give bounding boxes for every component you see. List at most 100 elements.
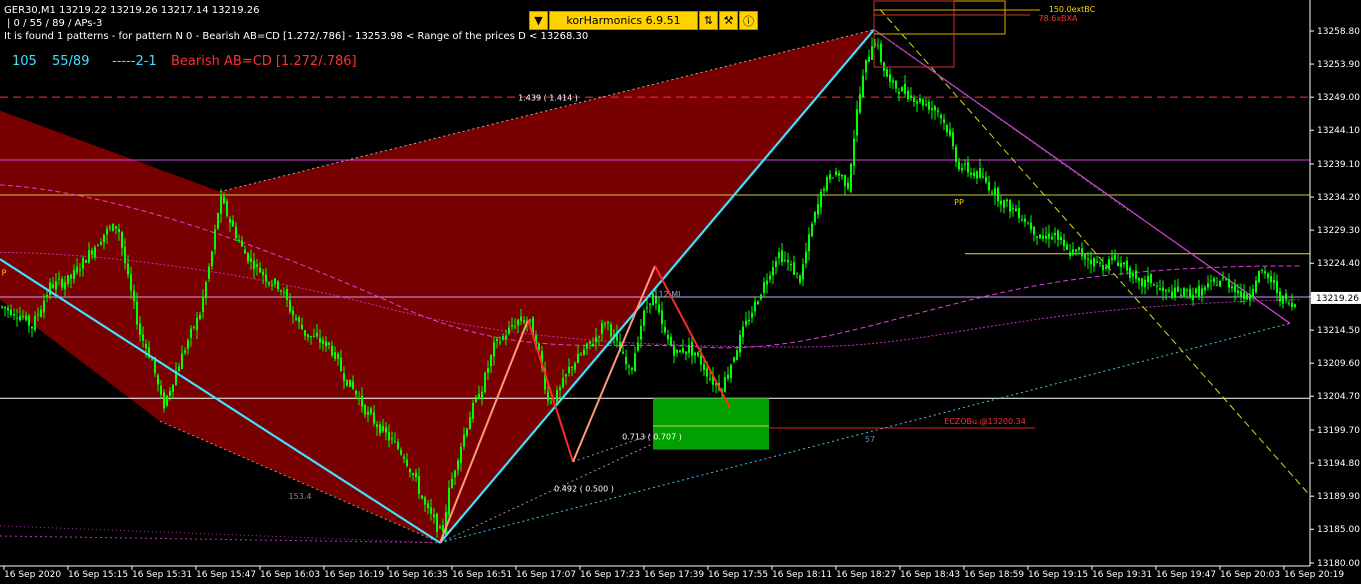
candle	[712, 367, 714, 392]
candle	[868, 49, 870, 63]
candle	[973, 167, 975, 179]
x-tick-label: 16 Sep 15:31	[132, 570, 192, 580]
candle	[970, 167, 972, 179]
candle	[730, 363, 732, 383]
candle	[772, 260, 774, 285]
candle	[1030, 215, 1032, 233]
candle	[1132, 270, 1134, 284]
candle	[964, 159, 966, 171]
y-tick-label: 13253.90	[1317, 60, 1360, 70]
annotation-0: 1.439 ( 1.414 )	[518, 94, 578, 103]
x-tick-label: 16 Sep 19:47	[1156, 570, 1216, 580]
candle	[1153, 282, 1155, 287]
annotation-9: 112 ML	[653, 290, 683, 299]
toolbar-title[interactable]: korHarmonics 6.9.51	[549, 11, 698, 30]
candle	[694, 352, 696, 364]
candle	[919, 94, 921, 105]
candle	[961, 162, 963, 174]
chevron-down-icon: ▼	[534, 14, 543, 27]
candle	[1072, 241, 1074, 257]
candle	[7, 304, 9, 318]
candle	[754, 296, 756, 317]
candle	[1285, 289, 1287, 304]
candle	[1042, 227, 1044, 243]
candle	[994, 181, 996, 206]
candle	[1015, 204, 1017, 212]
candle	[1024, 214, 1026, 227]
candle	[748, 310, 750, 326]
candle	[1240, 283, 1242, 304]
candle	[1117, 254, 1119, 267]
info-icon: ⓘ	[743, 14, 754, 28]
candle	[796, 272, 798, 279]
candle	[1249, 286, 1251, 307]
candle	[976, 170, 978, 185]
candle	[1216, 277, 1218, 286]
candle	[1171, 284, 1173, 300]
candle	[1174, 279, 1176, 301]
candle	[1096, 255, 1098, 264]
candle	[1294, 303, 1296, 309]
candle	[991, 189, 993, 196]
candle	[1033, 226, 1035, 242]
y-tick-label: 13214.50	[1317, 326, 1360, 336]
candle	[1150, 273, 1152, 287]
last-price-label: 13219.26	[1316, 294, 1359, 304]
candle	[922, 98, 924, 111]
candle	[760, 293, 762, 302]
annotation-10: P	[2, 268, 7, 277]
candle	[1027, 221, 1029, 225]
x-tick-label: 16 Sep 2020	[4, 570, 61, 580]
candle	[691, 337, 693, 365]
pattern-info: It is found 1 patterns - for pattern N 0…	[4, 31, 589, 42]
annotation-6: ECZOBu @13200.34	[944, 417, 1026, 426]
info-button[interactable]: ⓘ	[739, 11, 758, 30]
candle	[1144, 275, 1146, 295]
candle	[787, 252, 789, 271]
y-tick-label: 13244.10	[1317, 126, 1360, 136]
candle	[349, 379, 351, 388]
tools-icon: ⚒	[723, 14, 734, 27]
settings-button[interactable]: ⇅	[699, 11, 718, 30]
candle	[1156, 282, 1158, 296]
x-tick-label: 16 Sep 16:03	[260, 570, 320, 580]
candle	[658, 297, 660, 315]
candle	[766, 273, 768, 294]
candle	[4, 306, 6, 317]
y-tick-label: 13249.00	[1317, 93, 1360, 103]
candle	[1192, 287, 1194, 307]
candle	[814, 210, 816, 226]
candle	[1036, 235, 1038, 245]
candle	[871, 37, 873, 61]
candle	[898, 87, 900, 102]
x-tick-label: 16 Sep 17:07	[516, 570, 576, 580]
candle	[1204, 285, 1206, 295]
candle	[1189, 284, 1191, 300]
y-tick-label: 13209.60	[1317, 359, 1360, 369]
candle	[667, 329, 669, 345]
candle	[997, 186, 999, 208]
candle	[982, 168, 984, 179]
candle	[1093, 256, 1095, 272]
y-tick-label: 13224.40	[1317, 259, 1360, 269]
candle	[793, 255, 795, 276]
price-chart[interactable]: 1.439 ( 1.414 ) 0.492 ( 0.500 ) 0.713 ( 0.…	[0, 0, 1361, 584]
candle	[1060, 231, 1062, 245]
x-tick-label: 16 Sep 17:55	[708, 570, 768, 580]
candle	[1168, 287, 1170, 294]
y-tick-label: 13204.70	[1317, 392, 1360, 402]
candle	[835, 167, 837, 177]
candle	[484, 371, 486, 394]
candle	[661, 301, 663, 334]
candle	[1234, 279, 1236, 302]
candle	[1135, 263, 1137, 283]
candle	[1000, 195, 1002, 213]
x-tick-label: 16 Sep 19:15	[1028, 570, 1088, 580]
candle	[166, 394, 168, 408]
candle	[1273, 272, 1275, 290]
tools-button[interactable]: ⚒	[719, 11, 738, 30]
candle	[670, 333, 672, 347]
dropdown-button[interactable]: ▼	[529, 11, 548, 30]
x-tick-label: 16 Sep 16:51	[452, 570, 512, 580]
candle	[1270, 270, 1272, 290]
